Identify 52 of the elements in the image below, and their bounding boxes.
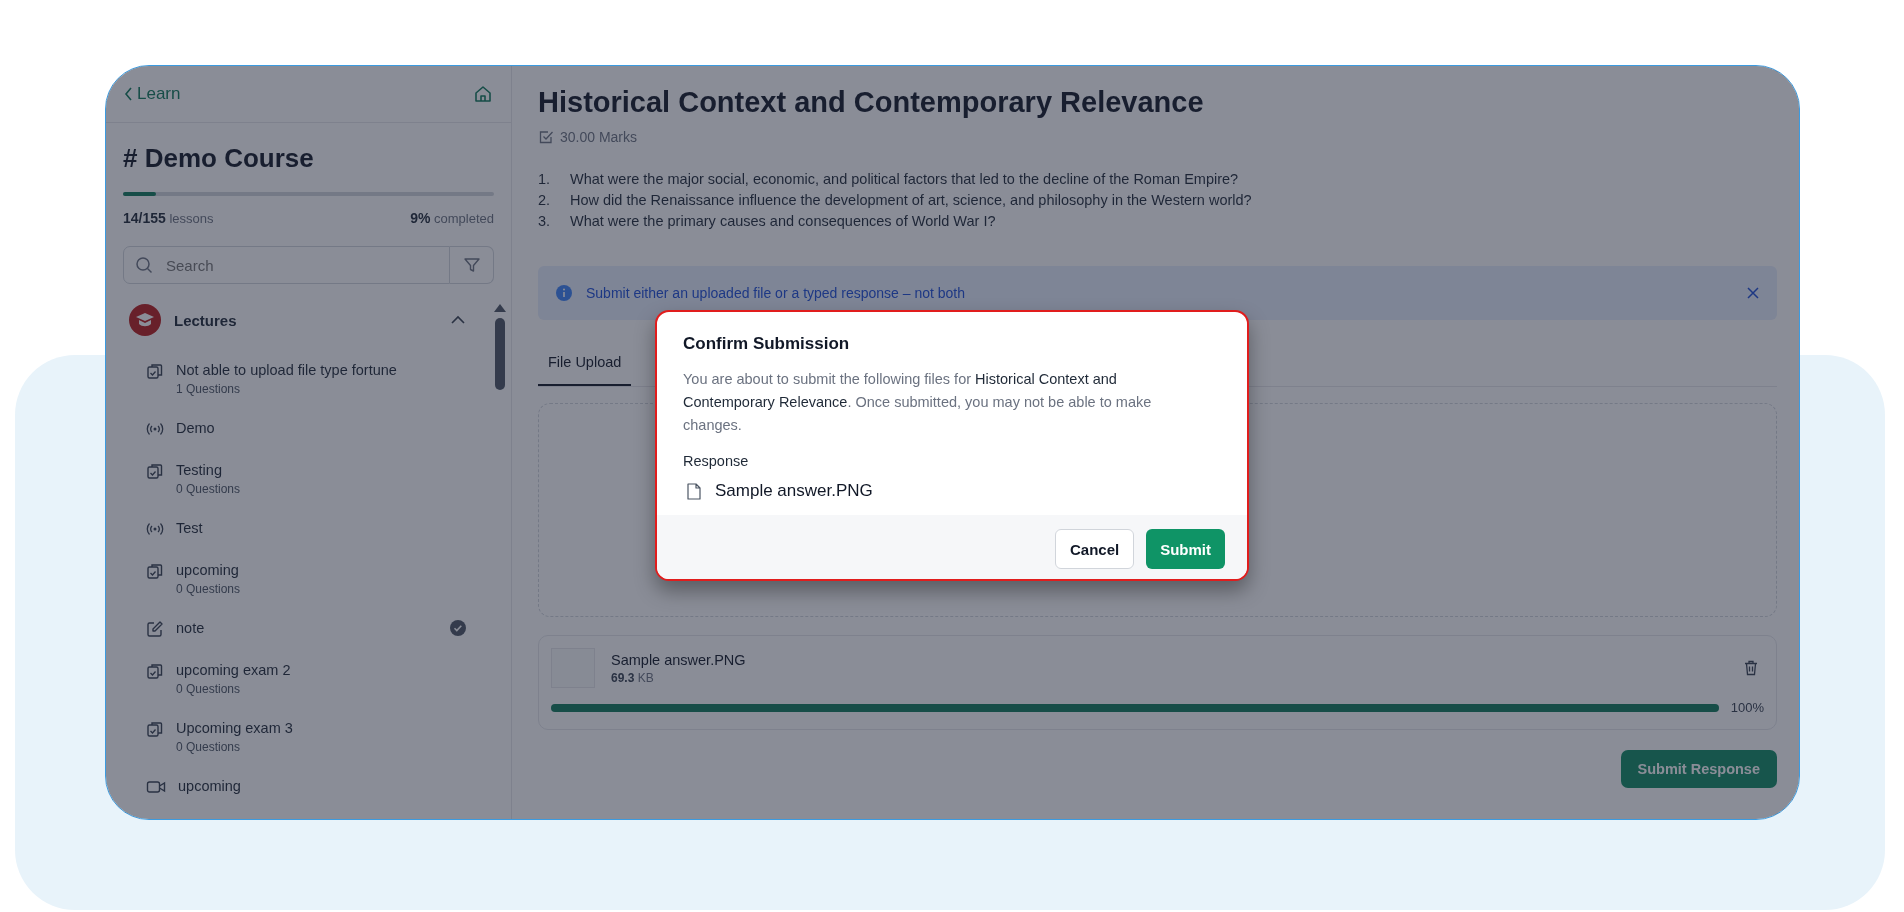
section-header[interactable]: Lectures bbox=[128, 302, 494, 338]
lesson-item[interactable]: Upcoming exam 3 0 Questions bbox=[176, 718, 466, 754]
home-icon[interactable] bbox=[473, 84, 493, 104]
file-size: 69.3 KB bbox=[611, 670, 655, 685]
question-number: 1. bbox=[538, 170, 552, 189]
file-name: Sample answer.PNG bbox=[611, 651, 747, 668]
lessons-count: 14/155 lessons bbox=[123, 210, 214, 226]
search-icon bbox=[135, 256, 153, 274]
clipboard-check-icon bbox=[146, 562, 164, 580]
back-link[interactable]: Learn bbox=[124, 84, 181, 104]
question-text: What were the major social, economic, and political factors that led to the decline of the Roman Empire? bbox=[570, 171, 1239, 187]
pencil-square-icon bbox=[146, 620, 164, 638]
submit-button[interactable]: Submit bbox=[1146, 529, 1225, 569]
graduation-cap-icon bbox=[128, 303, 162, 337]
marks-label: 30.00 Marks bbox=[560, 129, 638, 145]
lesson-item[interactable]: Not able to upload file type fortune 1 Questions bbox=[176, 360, 466, 396]
banner-text: Submit either an uploaded file or a typed response – not both bbox=[586, 285, 967, 301]
upload-percent: 100% bbox=[1730, 700, 1764, 715]
lesson-item[interactable]: Test bbox=[176, 518, 466, 538]
video-camera-icon bbox=[146, 778, 166, 796]
search-field[interactable]: Search bbox=[123, 246, 450, 284]
filter-icon[interactable] bbox=[462, 256, 481, 274]
dialog-message: You are about to submit the following files for Historical Context and Contemporary Relevance. Once submitted, you may not be able to make changes. bbox=[683, 370, 1153, 435]
submit-response-button[interactable]: Submit Response bbox=[1620, 750, 1777, 788]
close-icon[interactable] bbox=[1747, 287, 1759, 299]
lesson-item[interactable]: note bbox=[176, 618, 438, 638]
assignment-title: Historical Context and Contemporary Relevance bbox=[538, 86, 1205, 119]
completion-percent: 9% completed bbox=[410, 210, 494, 226]
clipboard-check-icon bbox=[146, 662, 164, 680]
cancel-button[interactable]: Cancel bbox=[1054, 529, 1135, 569]
tab[interactable]: File Upload bbox=[538, 340, 632, 386]
clipboard-check-icon bbox=[146, 362, 164, 380]
question-number: 3. bbox=[538, 212, 552, 231]
clipboard-check-icon bbox=[146, 720, 164, 738]
lesson-item[interactable]: upcoming 0 Questions bbox=[176, 560, 466, 596]
lesson-item[interactable]: upcoming exam 2 0 Questions bbox=[176, 660, 466, 696]
lesson-item[interactable]: Demo bbox=[176, 418, 466, 438]
lesson-item[interactable]: upcoming bbox=[178, 776, 466, 796]
checkbox-icon bbox=[538, 129, 554, 145]
info-icon bbox=[556, 285, 572, 301]
dialog-title: Confirm Submission bbox=[683, 334, 851, 354]
trash-icon[interactable] bbox=[1744, 660, 1758, 676]
question-number: 2. bbox=[538, 191, 552, 210]
course-title: # Demo Course bbox=[123, 143, 315, 174]
lesson-item[interactable]: Testing 0 Questions bbox=[176, 460, 466, 496]
chevron-left-icon bbox=[124, 87, 133, 101]
file-icon bbox=[687, 482, 701, 500]
clipboard-check-icon bbox=[146, 462, 164, 480]
file-name: Sample answer.PNG bbox=[715, 481, 873, 501]
response-label: Response bbox=[683, 453, 750, 469]
question-text: How did the Renaissance influence the development of art, science, and philosophy in the Western world? bbox=[570, 192, 1252, 208]
question-text: What were the primary causes and consequences of World War I? bbox=[570, 213, 996, 229]
